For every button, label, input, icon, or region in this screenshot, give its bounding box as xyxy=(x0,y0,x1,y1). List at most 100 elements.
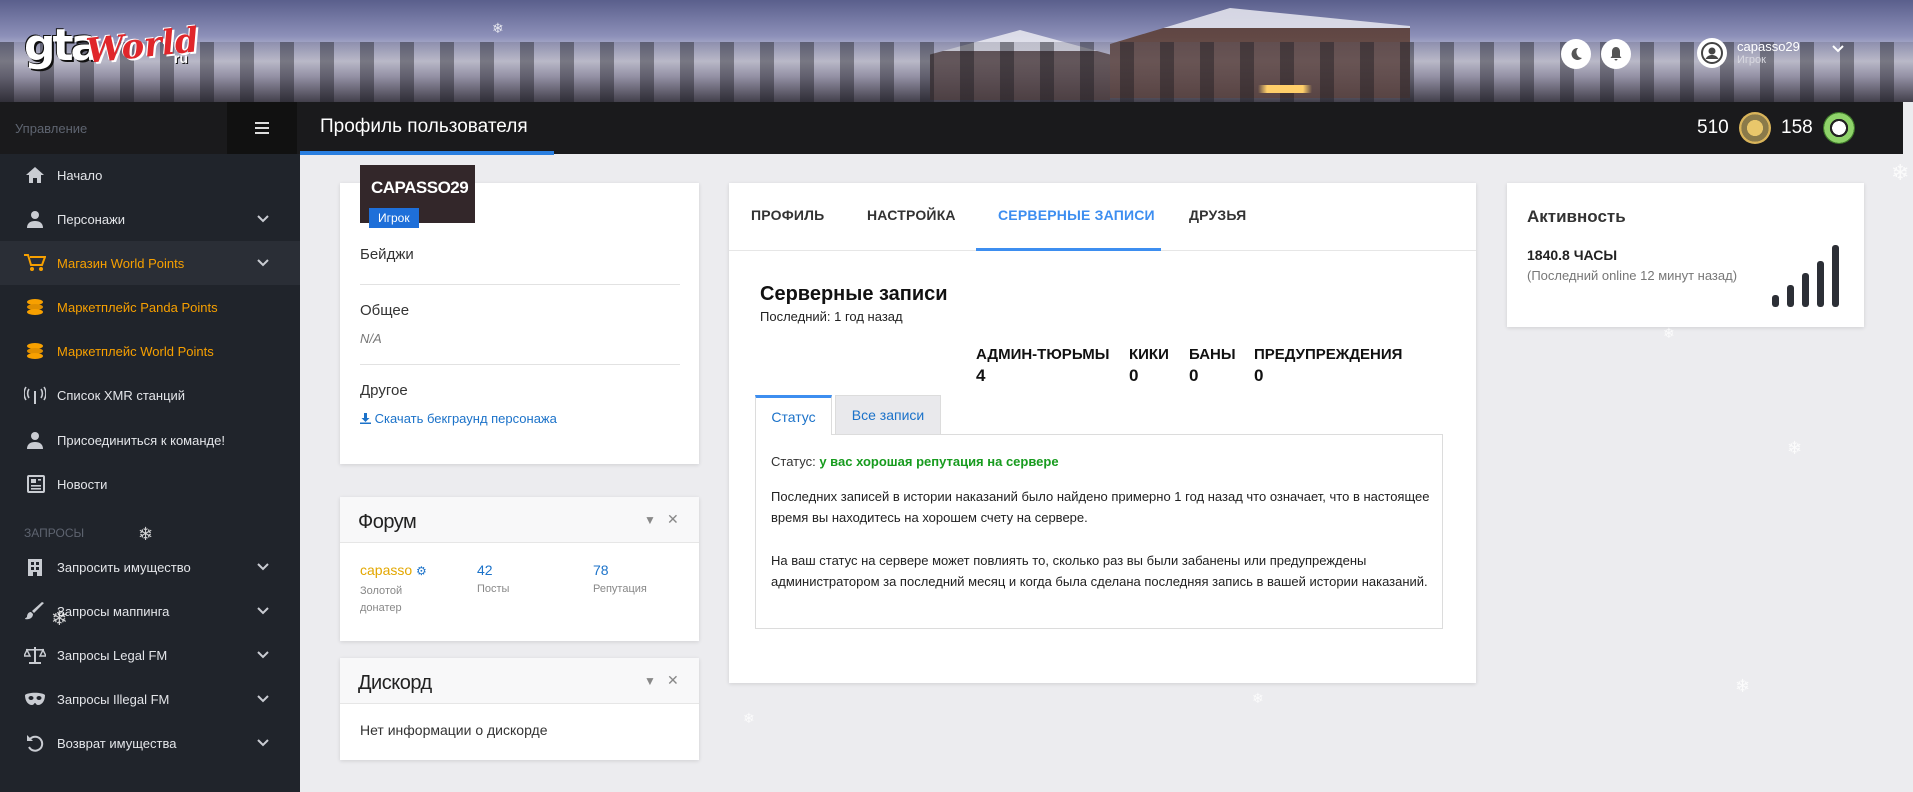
requests-section-label: ЗАПРОСЫ xyxy=(24,526,85,540)
other-label: Другое xyxy=(360,382,408,399)
discord-widget: Дискорд ▼ ✕ Нет информации о дискорде xyxy=(340,658,699,760)
activity-card: Активность 1840.8 ЧАСЫ (Последний online… xyxy=(1507,183,1864,327)
sidebar-item-illegal-fm-requests[interactable]: Запросы Illegal FM xyxy=(0,677,300,721)
stat-label-admin-jails: АДМИН-ТЮРЬМЫ xyxy=(976,346,1110,363)
building-icon xyxy=(23,555,47,579)
mask-icon xyxy=(23,687,47,711)
sidebar-item-world-marketplace[interactable]: Маркетплейс World Points xyxy=(0,329,300,373)
activity-last-online: (Последний online 12 минут назад) xyxy=(1527,268,1738,283)
scales-icon xyxy=(23,643,47,667)
download-background-link[interactable]: Скачать бекграунд персонажа xyxy=(360,411,557,426)
sidebar-item-home[interactable]: Начало xyxy=(0,153,300,197)
discord-title: Дискорд xyxy=(358,672,432,694)
records-last: Последний: 1 год назад xyxy=(760,309,903,324)
avatar xyxy=(1697,38,1727,68)
person-icon xyxy=(23,428,47,452)
forum-rank: Золотой донатер xyxy=(360,585,403,614)
menu-toggle-button[interactable] xyxy=(227,102,297,154)
status-line: Статус: у вас хорошая репутация на серве… xyxy=(771,454,1059,469)
chevron-down-icon xyxy=(257,604,269,618)
status-panel: Статус: у вас хорошая репутация на серве… xyxy=(755,434,1443,629)
role-badge: Игрок xyxy=(369,208,419,228)
tab-friends[interactable]: ДРУЗЬЯ xyxy=(1189,207,1246,223)
close-icon[interactable]: ✕ xyxy=(667,511,679,528)
collapse-icon[interactable]: ▼ xyxy=(644,674,656,688)
snowflake-icon: ❄ xyxy=(1252,690,1264,706)
stat-label-warnings: ПРЕДУПРЕЖДЕНИЯ xyxy=(1254,346,1403,363)
manage-label: Управление xyxy=(15,121,88,136)
forum-posts-label: Посты xyxy=(477,583,510,595)
undo-icon xyxy=(23,731,47,755)
theme-toggle-button[interactable] xyxy=(1561,39,1591,69)
cart-icon xyxy=(23,251,47,275)
badges-label: Бейджи xyxy=(360,246,414,263)
subtab-all-records[interactable]: Все записи xyxy=(835,395,941,435)
records-title: Серверные записи xyxy=(760,283,948,305)
chevron-down-icon xyxy=(257,692,269,706)
sidebar-item-join-team[interactable]: Присоединиться к команде! xyxy=(0,418,300,462)
tab-profile[interactable]: ПРОФИЛЬ xyxy=(751,207,824,223)
snowflake-icon: ❄ xyxy=(492,20,504,36)
sidebar-item-news[interactable]: Новости xyxy=(0,462,300,506)
person-icon xyxy=(23,207,47,231)
stat-value-bans: 0 xyxy=(1189,366,1199,385)
server-records-card: ПРОФИЛЬ НАСТРОЙКА СЕРВЕРНЫЕ ЗАПИСИ ДРУЗЬ… xyxy=(729,183,1476,683)
sidebar-item-legal-fm-requests[interactable]: Запросы Legal FM xyxy=(0,633,300,677)
coins-icon xyxy=(23,339,47,363)
forum-widget: Форум ▼ ✕ capasso ⚙ Золотой донатер 42 П… xyxy=(340,497,699,641)
general-label: Общее xyxy=(360,302,410,319)
status-paragraph-1: Последних записей в истории наказаний бы… xyxy=(771,489,1430,525)
status-paragraph-2: На ваш статус на сервере может повлиять … xyxy=(771,553,1428,589)
sidebar-item-mapping-requests[interactable]: Запросы маппинга xyxy=(0,589,300,633)
world-points-coin-icon xyxy=(1738,112,1771,144)
tab-server-records[interactable]: СЕРВЕРНЫЕ ЗАПИСИ xyxy=(998,207,1155,223)
snowflake-icon: ❄ xyxy=(1891,160,1910,185)
sidebar-item-property-return[interactable]: Возврат имущества xyxy=(0,721,300,765)
discord-info: Нет информации о дискорде xyxy=(360,722,548,738)
chevron-down-icon xyxy=(257,560,269,574)
world-points-counter[interactable]: 510 xyxy=(1697,112,1771,144)
sidebar-item-panda-marketplace[interactable]: Маркетплейс Panda Points xyxy=(0,285,300,329)
snowflake-icon: ❄ xyxy=(51,608,68,630)
antenna-icon xyxy=(23,383,47,407)
sidebar-item-characters[interactable]: Персонажи xyxy=(0,197,300,241)
chevron-down-icon xyxy=(257,212,269,226)
snowflake-icon: ❄ xyxy=(1787,438,1803,458)
close-icon[interactable]: ✕ xyxy=(667,672,679,689)
home-icon xyxy=(23,163,47,187)
sidebar-item-request-property[interactable]: Запросить имущество xyxy=(0,545,300,589)
sidebar-item-xmr-stations[interactable]: Список XMR станций xyxy=(0,373,300,417)
newspaper-icon xyxy=(23,472,47,496)
sidebar-item-world-points-shop[interactable]: Магазин World Points xyxy=(0,241,300,285)
stat-value-warnings: 0 xyxy=(1254,366,1264,385)
snowflake-icon: ❄ xyxy=(138,524,154,544)
site-logo[interactable]: gta World ru xyxy=(24,20,200,82)
subtab-status[interactable]: Статус xyxy=(755,395,832,435)
forum-reputation-value: 78 xyxy=(593,562,609,578)
user-icon xyxy=(1701,42,1723,64)
panda-points-counter[interactable]: 158 xyxy=(1781,112,1855,144)
forum-posts-value: 42 xyxy=(477,562,493,578)
general-value: N/A xyxy=(360,331,382,346)
hamburger-icon xyxy=(255,122,269,134)
tab-settings[interactable]: НАСТРОЙКА xyxy=(867,207,956,223)
stat-value-kicks: 0 xyxy=(1129,366,1139,385)
forum-username[interactable]: capasso ⚙ xyxy=(360,562,427,578)
gear-icon: ⚙ xyxy=(416,564,427,578)
bell-icon xyxy=(1610,47,1622,61)
brush-icon xyxy=(23,599,47,623)
chevron-down-icon[interactable] xyxy=(1831,42,1845,61)
stat-label-bans: БАНЫ xyxy=(1189,346,1236,363)
user-menu[interactable]: capasso29 Игрок xyxy=(1697,36,1800,70)
page-title: Профиль пользователя xyxy=(320,116,528,137)
panda-points-coin-icon xyxy=(1822,112,1855,144)
download-icon xyxy=(360,413,371,424)
snowflake-icon: ❄ xyxy=(1663,325,1675,341)
chevron-down-icon xyxy=(257,736,269,750)
snowflake-icon: ❄ xyxy=(743,710,755,726)
activity-title: Активность xyxy=(1527,207,1626,226)
user-role: Игрок xyxy=(1737,54,1766,66)
profile-tabs: ПРОФИЛЬ НАСТРОЙКА СЕРВЕРНЫЕ ЗАПИСИ ДРУЗЬ… xyxy=(729,183,1476,251)
notifications-button[interactable] xyxy=(1601,39,1631,69)
collapse-icon[interactable]: ▼ xyxy=(644,513,656,527)
